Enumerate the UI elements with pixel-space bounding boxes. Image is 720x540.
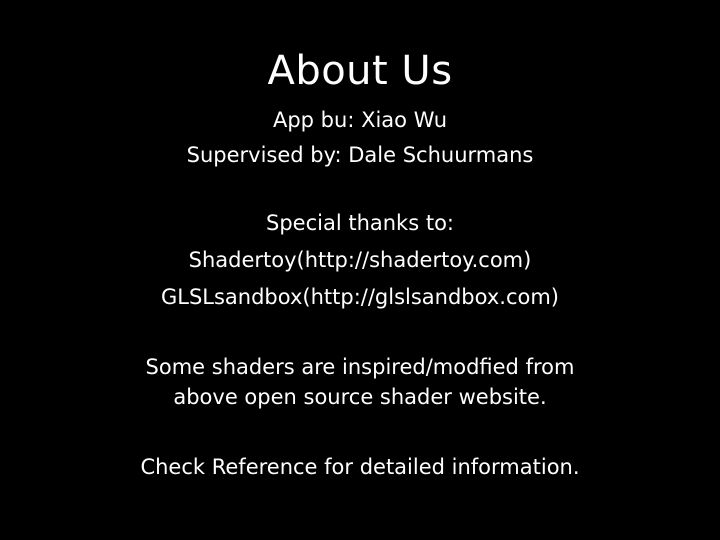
about-us-screen: About Us App bu: Xiao Wu Supervised by: … bbox=[0, 0, 720, 540]
note-line-1: Some shaders are inspired/modfied from bbox=[145, 355, 575, 379]
supervisor-text: Supervised by: Dale Schuurmans bbox=[186, 143, 534, 167]
note-line-2: above open source shader website. bbox=[173, 385, 547, 409]
thanks-item-glslsandbox: GLSLsandbox(http://glslsandbox.com) bbox=[160, 285, 559, 309]
special-thanks-heading: Special thanks to: bbox=[266, 211, 454, 235]
reference-text: Check Reference for detailed information… bbox=[140, 455, 580, 479]
page-title: About Us bbox=[267, 48, 453, 94]
app-author-text: App bu: Xiao Wu bbox=[272, 108, 448, 132]
thanks-item-shadertoy: Shadertoy(http://shadertoy.com) bbox=[188, 248, 532, 272]
